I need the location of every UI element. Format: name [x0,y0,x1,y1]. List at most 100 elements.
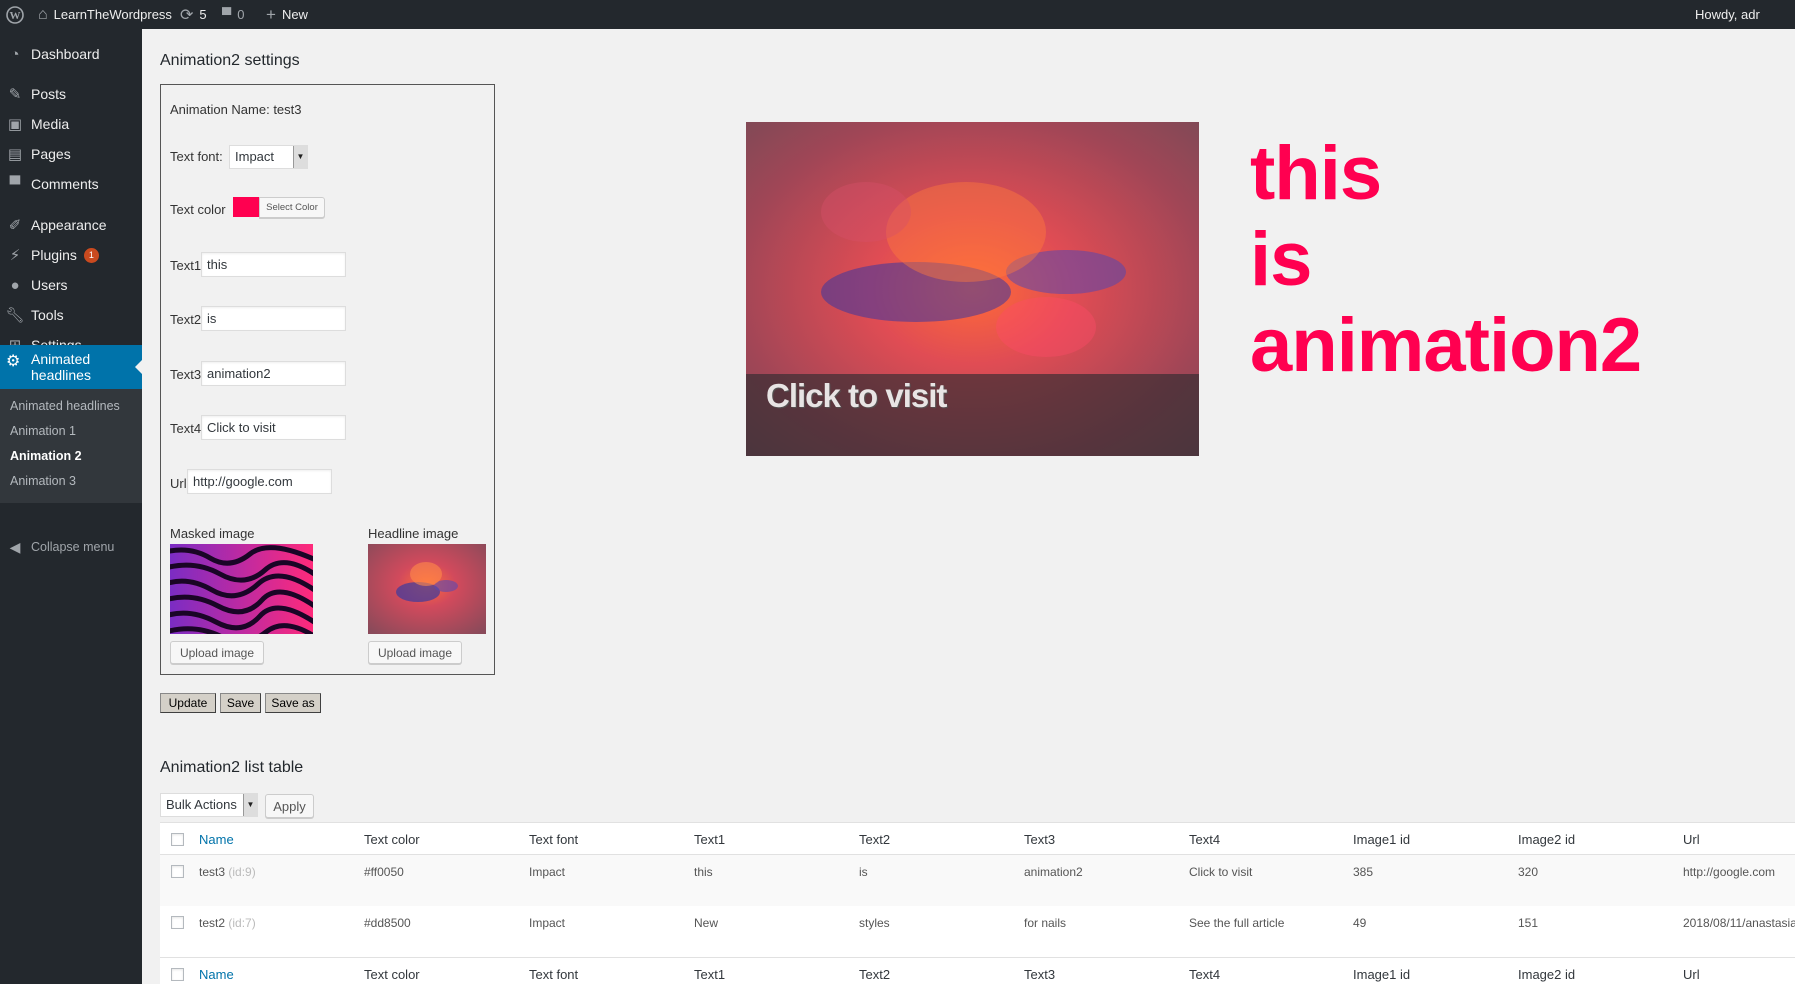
menu-label: Appearance [31,217,107,233]
svg-text:W: W [10,10,21,22]
menu-label-line1: Animated [31,351,91,367]
cell-text4: Click to visit [1189,865,1253,879]
cell-text2: styles [859,916,890,930]
collapse-menu-button[interactable]: ◀ Collapse menu [0,532,142,562]
url-input[interactable] [187,469,332,494]
menu-label: Comments [31,176,99,192]
table-row: test2 (id:7) #dd8500 Impact New styles f… [160,906,1795,957]
submenu-animated-headlines[interactable]: Animated headlines [10,399,120,413]
row-checkbox[interactable] [171,916,184,929]
menu-animated-headlines[interactable]: ⚙ Animated headlines [0,345,143,389]
menu-label: Plugins [31,247,77,263]
menu-label: Pages [31,146,71,162]
column-header: Url [1683,832,1700,847]
table-footer-row: Name Text color Text font Text1 Text2 Te… [160,957,1795,984]
column-header: Text4 [1189,967,1221,982]
column-header: Image1 id [1353,832,1411,847]
menu-label: Media [31,116,70,132]
apply-button[interactable]: Apply [265,794,314,818]
table-row: test3 (id:9) #ff0050 Impact this is anim… [160,855,1795,906]
text1-label: Text1 [170,258,202,273]
text4-input[interactable] [201,415,346,440]
column-header-name[interactable]: Name [199,832,234,847]
text3-label: Text3 [170,367,202,382]
plugin-icon: ⚡ [9,247,21,264]
pages-icon: ▤ [7,146,23,163]
cell-image2-id: 320 [1518,865,1539,879]
text-color-swatch[interactable] [233,197,261,217]
menu-dashboard[interactable]: ◔ Dashboard [0,39,142,69]
row-checkbox[interactable] [171,865,184,878]
cell-url: http://google.com [1683,865,1776,879]
menu-plugins[interactable]: ⚡ Plugins 1 [0,240,142,270]
menu-tools[interactable]: 🔧︎ Tools [0,300,142,330]
my-account-link[interactable]: Howdy, adr [1695,0,1795,29]
column-header: Text3 [1024,832,1056,847]
text-font-value: Impact [235,149,275,164]
menu-comments[interactable]: ▀ Comments [0,169,142,199]
row-name[interactable]: test2 (id:7) [199,916,256,930]
column-header: Text1 [694,967,726,982]
column-header: Image2 id [1518,967,1576,982]
column-header: Text color [364,967,420,982]
updates-count: 5 [199,7,207,22]
menu-label: Tools [31,307,64,323]
row-name-text: test3 [199,865,226,879]
save-as-button[interactable]: Save as [265,693,321,713]
update-button[interactable]: Update [160,693,216,713]
plugins-update-badge: 1 [83,247,99,263]
column-header: Text3 [1024,967,1056,982]
list-title: Animation2 list table [160,759,304,776]
text3-input[interactable] [201,361,346,386]
masked-image-thumbnail [170,544,313,634]
menu-users[interactable]: ● Users [0,270,142,300]
cell-text3: animation2 [1024,865,1083,879]
current-menu-arrow [135,359,143,375]
text-color-label: Text color [170,202,226,217]
menu-appearance[interactable]: ✐ Appearance [0,210,142,240]
column-header: Text1 [694,832,726,847]
headline-line-3: animation2 [1250,303,1642,388]
wordpress-logo-icon[interactable]: W [6,0,24,29]
preview-overlay-text: Click to visit [766,377,947,414]
submenu-animation-1[interactable]: Animation 1 [10,424,76,438]
select-color-button[interactable]: Select Color [259,197,325,218]
cell-text-font: Impact [529,916,566,930]
comments-count: 0 [237,7,245,22]
pin-icon: ✎ [8,86,22,103]
cell-text2: is [859,865,868,879]
column-header: Image2 id [1518,832,1576,847]
headline-preview-image[interactable]: Click to visit [746,122,1199,456]
select-all-checkbox[interactable] [171,833,184,846]
upload-headline-image-button[interactable]: Upload image [368,641,462,664]
comments-link[interactable]: ▀ 0 [222,0,244,29]
users-icon: ● [10,276,20,294]
updates-link[interactable]: ⟳ 5 [180,0,207,29]
cell-text1: this [694,865,713,879]
cell-image2-id: 151 [1518,916,1539,930]
collapse-label: Collapse menu [31,540,115,554]
menu-posts[interactable]: ✎ Posts [0,79,142,109]
menu-media[interactable]: ▣ Media [0,109,142,139]
text-font-select[interactable]: Impact ▼ [229,145,308,169]
row-id: (id:7) [228,916,256,930]
column-header: Text color [364,832,420,847]
comments-icon: ▀ [9,175,21,193]
url-label: Url [170,476,187,491]
table-header-row: Name Text color Text font Text1 Text2 Te… [160,822,1795,855]
comment-bubble-icon: ▀ [222,7,232,22]
headline-image-thumbnail [368,544,486,634]
submenu-animation-3[interactable]: Animation 3 [10,474,76,488]
save-button[interactable]: Save [220,693,261,713]
bulk-actions-select[interactable]: Bulk Actions ▼ [160,793,258,817]
submenu-animation-2[interactable]: Animation 2 [10,449,82,463]
column-header-name[interactable]: Name [199,967,234,982]
text2-input[interactable] [201,306,346,331]
upload-masked-image-button[interactable]: Upload image [170,641,264,664]
row-name[interactable]: test3 (id:9) [199,865,256,879]
menu-pages[interactable]: ▤ Pages [0,139,142,169]
select-all-checkbox-footer[interactable] [171,968,184,981]
text1-input[interactable] [201,252,346,277]
site-name-link[interactable]: ⌂ LearnTheWordpress [38,0,172,29]
new-content-link[interactable]: + New [266,0,308,29]
